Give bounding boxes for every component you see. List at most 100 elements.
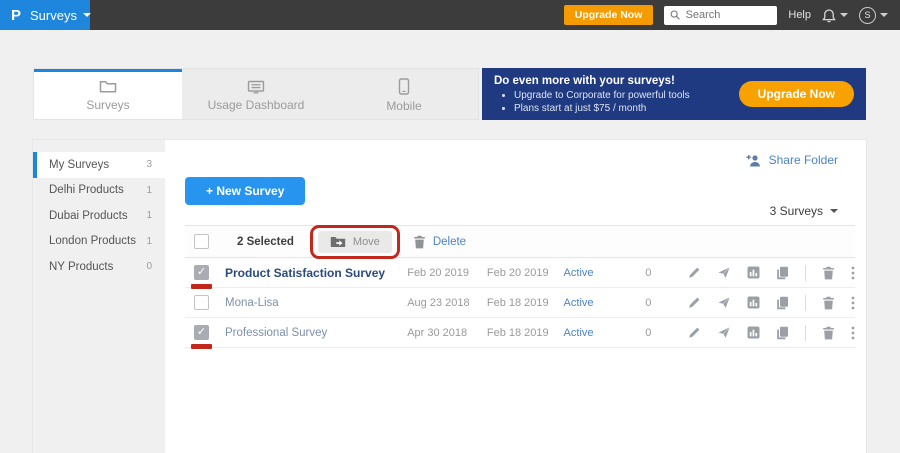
- folder-count: 1: [146, 210, 152, 221]
- created-date: Aug 23 2018: [407, 297, 487, 309]
- duplicate-copy-icon[interactable]: [776, 326, 789, 340]
- actions-divider: [805, 325, 806, 341]
- row-actions: [688, 325, 855, 341]
- tab-usage-dashboard[interactable]: Usage Dashboard: [182, 69, 330, 119]
- tab-label: Usage Dashboard: [208, 98, 305, 112]
- reports-chart-icon[interactable]: [747, 266, 760, 279]
- send-plane-icon[interactable]: [717, 296, 731, 309]
- table-rows: Product Satisfaction Survey Feb 20 2019 …: [185, 258, 855, 348]
- sidebar-folder-item[interactable]: NY Products 0: [33, 254, 165, 280]
- more-kebab-icon[interactable]: [851, 266, 855, 280]
- share-folder-icon: [746, 154, 762, 167]
- move-button[interactable]: Move: [318, 231, 392, 253]
- tab-label: Mobile: [386, 99, 421, 113]
- send-plane-icon[interactable]: [717, 326, 731, 339]
- reports-chart-icon[interactable]: [747, 326, 760, 339]
- folder-label: My Surveys: [49, 159, 109, 171]
- created-date: Feb 20 2019: [407, 267, 487, 279]
- delete-row-icon[interactable]: [822, 296, 835, 310]
- survey-status-link[interactable]: Active: [564, 267, 646, 279]
- app-logo-menu[interactable]: P Surveys: [0, 0, 90, 30]
- chevron-down-icon: [830, 209, 838, 213]
- modified-date: Feb 18 2019: [487, 297, 564, 309]
- duplicate-copy-icon[interactable]: [776, 266, 789, 280]
- table-row: Professional Survey Apr 30 2018 Feb 18 2…: [185, 318, 855, 348]
- row-actions: [688, 265, 855, 281]
- surveys-count-label: 3 Surveys: [770, 204, 823, 218]
- help-link[interactable]: Help: [788, 9, 811, 21]
- new-survey-button[interactable]: + New Survey: [185, 177, 305, 205]
- upgrade-now-button[interactable]: Upgrade Now: [564, 5, 654, 25]
- row-checkbox[interactable]: [194, 265, 209, 280]
- response-count: 0: [645, 327, 688, 339]
- folder-sidebar: My Surveys 3 Delhi Products 1 Dubai Prod…: [33, 140, 165, 453]
- move-label: Move: [353, 236, 380, 248]
- duplicate-copy-icon[interactable]: [776, 296, 789, 310]
- survey-name-link[interactable]: Mona-Lisa: [225, 297, 279, 309]
- row-actions: [688, 295, 855, 311]
- mobile-icon: [398, 78, 410, 95]
- promo-banner: Do even more with your surveys! Upgrade …: [482, 68, 866, 120]
- delete-row-icon[interactable]: [822, 326, 835, 340]
- selected-count: 2 Selected: [237, 236, 294, 248]
- table-row: Product Satisfaction Survey Feb 20 2019 …: [185, 258, 855, 288]
- surveys-content: Share Folder + New Survey 3 Surveys 2 Se…: [165, 140, 866, 453]
- folder-count: 1: [146, 185, 152, 196]
- edit-pencil-icon[interactable]: [688, 266, 701, 279]
- survey-status-link[interactable]: Active: [564, 297, 646, 309]
- surveys-table: 2 Selected Move De: [185, 225, 855, 348]
- more-kebab-icon[interactable]: [851, 296, 855, 310]
- section-tabs: Surveys Usage Dashboard Mobile: [33, 68, 479, 120]
- surveys-count-dropdown[interactable]: 3 Surveys: [770, 204, 838, 218]
- send-plane-icon[interactable]: [717, 266, 731, 279]
- survey-name-link[interactable]: Professional Survey: [225, 327, 327, 339]
- topbar: P Surveys Upgrade Now Help S: [0, 0, 900, 30]
- chevron-down-icon: [83, 13, 91, 17]
- delete-row-icon[interactable]: [822, 266, 835, 280]
- table-toolbar: 2 Selected Move De: [185, 225, 855, 258]
- account-menu[interactable]: S: [859, 7, 888, 24]
- reports-chart-icon[interactable]: [747, 296, 760, 309]
- response-count: 0: [645, 297, 688, 309]
- survey-name-link[interactable]: Product Satisfaction Survey: [225, 266, 385, 280]
- dashboard-icon: [247, 80, 265, 94]
- row-checkbox[interactable]: [194, 325, 209, 340]
- tab-label: Surveys: [86, 98, 129, 112]
- response-count: 0: [645, 267, 688, 279]
- edit-pencil-icon[interactable]: [688, 326, 701, 339]
- folder-count: 1: [146, 236, 152, 247]
- table-row: Mona-Lisa Aug 23 2018 Feb 18 2019 Active…: [185, 288, 855, 318]
- sidebar-folder-item[interactable]: London Products 1: [33, 229, 165, 255]
- move-folder-icon: [330, 236, 346, 248]
- tab-mobile[interactable]: Mobile: [330, 69, 478, 119]
- delete-button[interactable]: Delete: [433, 236, 466, 248]
- share-folder-link[interactable]: Share Folder: [746, 153, 838, 167]
- surveys-panel: My Surveys 3 Delhi Products 1 Dubai Prod…: [33, 140, 866, 453]
- folder-label: Delhi Products: [49, 184, 124, 196]
- annotation-underline: [191, 344, 212, 349]
- select-all-checkbox[interactable]: [194, 234, 209, 249]
- more-kebab-icon[interactable]: [851, 326, 855, 340]
- app-menu-label: Surveys: [30, 8, 77, 23]
- search-box[interactable]: [664, 6, 777, 25]
- share-folder-label: Share Folder: [769, 153, 838, 167]
- promo-upgrade-button[interactable]: Upgrade Now: [739, 81, 854, 107]
- row-checkbox[interactable]: [194, 295, 209, 310]
- survey-status-link[interactable]: Active: [564, 327, 646, 339]
- chevron-down-icon: [840, 13, 848, 17]
- search-input[interactable]: [686, 9, 772, 21]
- sidebar-folder-item[interactable]: Dubai Products 1: [33, 203, 165, 229]
- folder-label: London Products: [49, 235, 136, 247]
- avatar: S: [859, 7, 876, 24]
- annotation-move-highlight: Move: [310, 225, 400, 259]
- folder-count: 3: [146, 159, 152, 170]
- actions-divider: [805, 295, 806, 311]
- sidebar-folder-item[interactable]: Delhi Products 1: [33, 178, 165, 204]
- tab-surveys[interactable]: Surveys: [34, 69, 182, 119]
- delete-trash-icon[interactable]: [413, 235, 426, 249]
- created-date: Apr 30 2018: [407, 327, 487, 339]
- chevron-down-icon: [880, 13, 888, 17]
- notifications-menu[interactable]: [822, 8, 848, 23]
- edit-pencil-icon[interactable]: [688, 296, 701, 309]
- sidebar-folder-item[interactable]: My Surveys 3: [33, 152, 165, 178]
